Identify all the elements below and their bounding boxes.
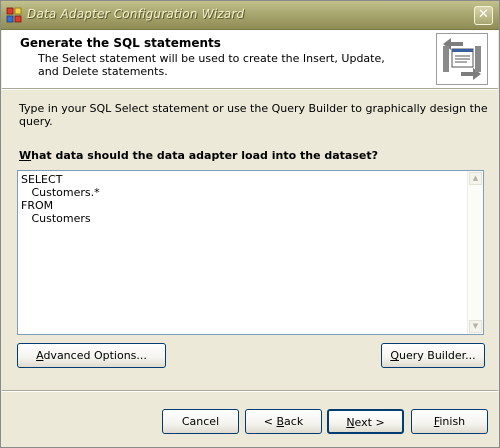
- header-divider: [2, 89, 498, 90]
- scroll-up-icon[interactable]: ▲: [469, 172, 482, 185]
- wizard-header: Generate the SQL statements The Select s…: [2, 30, 498, 89]
- page-title: Generate the SQL statements: [20, 36, 221, 50]
- next-label: ext >: [354, 416, 385, 429]
- footer-divider: [2, 390, 498, 392]
- back-prefix: <: [263, 415, 277, 428]
- cancel-button[interactable]: Cancel: [162, 409, 239, 434]
- back-label: ack: [284, 415, 304, 428]
- scroll-down-icon[interactable]: ▼: [469, 320, 482, 333]
- finish-label: inish: [439, 415, 466, 428]
- next-mnemonic: N: [346, 416, 355, 429]
- advanced-options-button[interactable]: Advanced Options...: [17, 343, 166, 368]
- title-bar[interactable]: Data Adapter Configuration Wizard ✕: [1, 1, 499, 30]
- query-builder-mnemonic: Q: [390, 349, 399, 362]
- close-button[interactable]: ✕: [474, 6, 493, 25]
- sql-prompt-rest: hat data should the data adapter load in…: [31, 149, 378, 162]
- finish-button[interactable]: Finish: [411, 409, 488, 434]
- sql-generate-icon: [436, 33, 488, 85]
- back-button[interactable]: < Back: [245, 409, 322, 434]
- sql-prompt-mnemonic: W: [19, 149, 32, 162]
- sql-editor[interactable]: SELECT Customers.* FROM Customers ▲ ▼: [17, 170, 484, 335]
- sql-prompt-label: What data should the data adapter load i…: [19, 149, 378, 162]
- page-description: The Select statement will be used to cre…: [38, 52, 385, 78]
- query-builder-label: uery Builder...: [399, 349, 476, 362]
- back-mnemonic: B: [276, 415, 285, 428]
- close-icon: ✕: [478, 7, 489, 22]
- sql-editor-scrollbar[interactable]: ▲ ▼: [467, 171, 483, 334]
- query-builder-button[interactable]: Query Builder...: [381, 343, 485, 368]
- window-title: Data Adapter Configuration Wizard: [27, 7, 245, 21]
- wizard-window: Data Adapter Configuration Wizard ✕ Gene…: [0, 0, 500, 448]
- sql-editor-text[interactable]: SELECT Customers.* FROM Customers: [21, 173, 100, 225]
- advanced-options-label: dvanced Options...: [43, 349, 147, 362]
- next-button[interactable]: Next >: [327, 409, 404, 434]
- wizard-app-icon: [6, 7, 22, 23]
- instruction-text: Type in your SQL Select statement or use…: [19, 102, 488, 128]
